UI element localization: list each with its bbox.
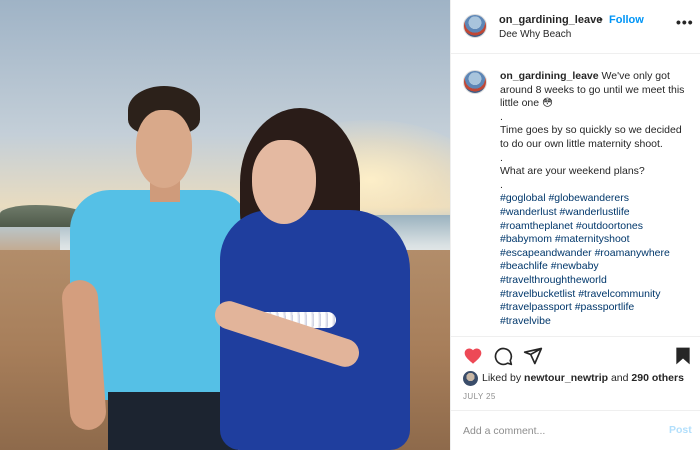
hashtag-line[interactable]: #goglobal #globewanderers (500, 192, 692, 206)
man-face (136, 110, 192, 188)
likes-summary: Liked by newtour_newtrip and 290 others (463, 371, 699, 387)
caption-line: What are your weekend plans? (500, 165, 645, 178)
hashtag-line[interactable]: #travelbucketlist #travelcommunity (500, 288, 692, 302)
comment-icon[interactable] (493, 346, 513, 366)
hashtag-line[interactable]: #escapeandwander #roamanywhere (500, 247, 692, 261)
caption-section: on_gardining_leave We've only got around… (451, 54, 700, 337)
hashtag-line[interactable]: #travelvibe (500, 315, 692, 329)
likes-joiner: and (610, 372, 629, 384)
caption-line: Time goes by so quickly so we decided to… (500, 124, 682, 150)
heart-icon[interactable] (463, 346, 483, 366)
more-options-icon[interactable]: ••• (676, 14, 694, 30)
post-header: on_gardining_leave • Follow Dee Why Beac… (451, 0, 700, 54)
post-sidebar: on_gardining_leave • Follow Dee Why Beac… (450, 0, 700, 450)
liker-avatar[interactable] (463, 371, 478, 386)
share-icon[interactable] (523, 346, 543, 366)
hashtag-line[interactable]: #wanderlust #wanderlustlife (500, 206, 692, 220)
woman-face (252, 140, 316, 224)
avatar[interactable] (463, 14, 487, 38)
post-comment-button[interactable]: Post (669, 424, 692, 436)
header-username[interactable]: on_gardining_leave (499, 14, 602, 26)
bookmark-icon[interactable] (673, 346, 693, 366)
likes-text: Liked by newtour_newtrip and 290 others (482, 372, 684, 384)
action-bar (451, 338, 700, 372)
hashtag-line[interactable]: #beachlife #newbaby (500, 260, 692, 274)
caption-line: . (500, 151, 503, 164)
caption-username[interactable]: on_gardining_leave (500, 70, 599, 82)
hashtag-line[interactable]: #babymom #maternityshoot (500, 233, 692, 247)
caption-avatar[interactable] (463, 70, 487, 94)
likes-prefix: Liked by (482, 372, 522, 384)
man-jeans (108, 392, 238, 450)
comment-input[interactable] (463, 422, 653, 440)
hashtag-line[interactable]: #roamtheplanet #outdoortones (500, 220, 692, 234)
post-photo[interactable] (0, 0, 450, 450)
likes-count[interactable]: 290 others (631, 372, 684, 384)
hashtag-line[interactable]: #travelpassport #passportlife (500, 301, 692, 315)
hashtag-line[interactable]: #travelthroughtheworld (500, 274, 692, 288)
separator-dot: • (599, 14, 603, 26)
follow-button[interactable]: Follow (609, 14, 644, 26)
caption-line: . (500, 178, 503, 191)
caption-text: on_gardining_leave We've only got around… (500, 70, 692, 328)
liker-username[interactable]: newtour_newtrip (524, 372, 608, 384)
comment-bar: Post (451, 410, 700, 450)
post-date[interactable]: JULY 25 (463, 392, 496, 401)
location-link[interactable]: Dee Why Beach (499, 29, 571, 40)
caption-line: . (500, 110, 503, 123)
